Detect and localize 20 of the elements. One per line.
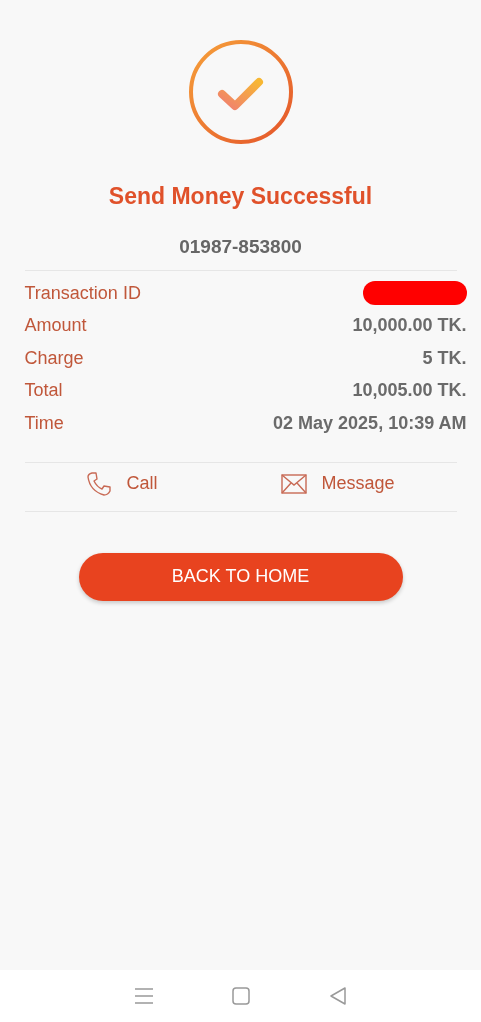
detail-label: Transaction ID	[24, 282, 141, 304]
back-to-home-button[interactable]: BACK TO HOME	[78, 552, 403, 601]
message-button[interactable]: Message	[275, 466, 401, 501]
success-title: Send Money Successful	[108, 183, 373, 210]
envelope-icon	[281, 473, 308, 494]
success-check-icon	[186, 38, 295, 146]
detail-value: 02 May 2025, 10:39 AM	[273, 412, 467, 434]
phone-icon	[86, 470, 113, 497]
detail-value: 5 TK.	[422, 347, 467, 369]
detail-value: 10,005.00 TK.	[352, 380, 467, 402]
detail-label: Time	[24, 412, 64, 434]
detail-label: Charge	[24, 347, 84, 369]
detail-label: Total	[24, 380, 63, 402]
home-icon[interactable]	[232, 987, 251, 1005]
back-icon[interactable]	[330, 987, 347, 1005]
recipient-number: 01987-853800	[179, 236, 302, 258]
detail-label: Amount	[24, 315, 87, 337]
menu-icon[interactable]	[134, 988, 153, 1004]
detail-value: 10,000.00 TK.	[352, 315, 467, 337]
call-button[interactable]: Call	[80, 466, 164, 501]
